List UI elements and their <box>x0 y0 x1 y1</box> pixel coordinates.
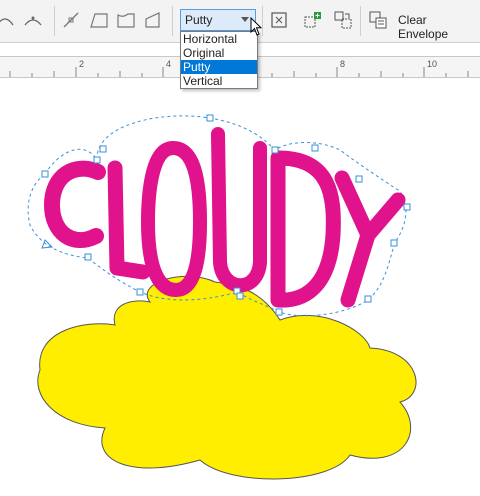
envelope-direction-marker <box>41 239 54 249</box>
toolbar-separator <box>360 6 361 36</box>
add-new-envelope-icon[interactable] <box>302 9 324 31</box>
curve-node-icon[interactable] <box>0 9 16 31</box>
canvas-artwork <box>27 114 417 480</box>
drawing-canvas[interactable] <box>0 78 480 493</box>
envelope-single-arc-icon[interactable] <box>115 9 137 31</box>
ruler-label: 4 <box>166 59 172 69</box>
clear-envelope-button[interactable]: Clear Envelope <box>398 13 480 41</box>
mapping-mode-value: Putty <box>185 13 213 27</box>
ruler-label: 8 <box>340 59 346 69</box>
cloudy-text-art <box>44 127 406 308</box>
mouse-cursor-icon <box>250 16 264 40</box>
mode-option-original[interactable]: Original <box>181 46 257 60</box>
create-envelope-from-icon[interactable] <box>332 9 354 31</box>
envelope-double-arc-icon[interactable] <box>142 9 164 31</box>
keep-lines-icon[interactable] <box>268 9 290 31</box>
mapping-mode-dropdown: Horizontal Original Putty Vertical <box>180 31 258 89</box>
mode-option-putty[interactable]: Putty <box>181 60 257 74</box>
envelope-straight-line-icon[interactable] <box>88 9 110 31</box>
clear-envelope-icon[interactable] <box>367 9 389 31</box>
toolbar-separator <box>54 6 55 36</box>
chevron-down-icon <box>241 17 249 22</box>
ruler-label: 10 <box>427 59 438 69</box>
cloud-shape <box>37 275 417 480</box>
toolbar-separator <box>172 6 173 36</box>
ruler-label: 2 <box>79 59 85 69</box>
add-node-icon[interactable] <box>60 9 82 31</box>
mode-option-horizontal[interactable]: Horizontal <box>181 32 257 46</box>
mode-option-vertical[interactable]: Vertical <box>181 74 257 88</box>
symmetric-node-icon[interactable] <box>22 9 44 31</box>
mapping-mode-select[interactable]: Putty <box>180 9 256 31</box>
